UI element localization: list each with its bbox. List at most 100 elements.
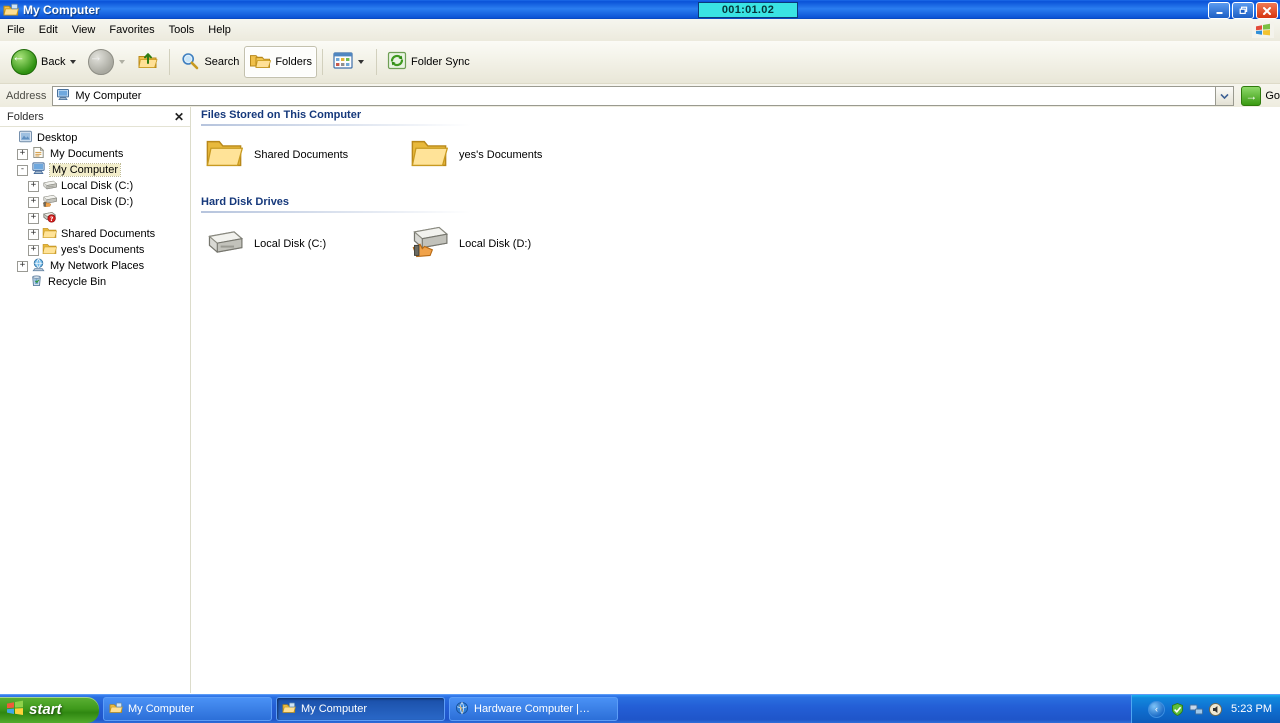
item-grid: Local Disk (C:) Local Disk (D:) — [191, 213, 1280, 262]
expand-icon[interactable]: + — [28, 244, 39, 256]
start-button[interactable]: start — [0, 696, 99, 723]
menu-file[interactable]: File — [0, 22, 32, 38]
folder-icon — [42, 243, 57, 258]
my-computer-icon — [56, 88, 70, 104]
tree-item[interactable]: + Shared Documents — [0, 226, 190, 242]
menu-view[interactable]: View — [65, 22, 103, 38]
minimize-button[interactable] — [1208, 2, 1230, 19]
group-title: Hard Disk Drives — [201, 196, 290, 208]
folder-sync-icon — [387, 51, 407, 73]
search-icon — [180, 51, 200, 74]
views-icon — [333, 52, 353, 72]
toolbar-separator-3 — [376, 49, 378, 75]
network-icon[interactable] — [1189, 702, 1204, 717]
my-computer-window: My Computer 001:01.02 File Edit View Fav… — [0, 0, 1280, 723]
address-input[interactable]: My Computer — [52, 85, 1217, 106]
views-dropdown-icon[interactable] — [358, 60, 365, 64]
menu-favorites[interactable]: Favorites — [102, 22, 161, 38]
hard-drive-icon — [42, 179, 58, 194]
expand-icon[interactable]: + — [28, 196, 39, 208]
forward-button[interactable]: → — [83, 46, 132, 78]
folder-icon — [42, 227, 57, 242]
back-button[interactable]: ← Back — [6, 46, 83, 78]
windows-flag-icon — [1252, 22, 1274, 38]
volume-icon[interactable] — [1208, 702, 1223, 717]
menu-bar: File Edit View Favorites Tools Help — [0, 19, 1280, 42]
tree-item-label: Recycle Bin — [48, 276, 107, 288]
close-icon[interactable]: ✕ — [174, 111, 184, 123]
folder-tree: Desktop + My Documents - My Computer + Loca… — [0, 127, 190, 290]
recycle-bin-icon — [29, 273, 44, 291]
search-button[interactable]: Search — [175, 46, 244, 78]
tree-item-label: Local Disk (C:) — [61, 180, 134, 192]
hard-drive-icon — [203, 227, 245, 260]
file-item-label: Shared Documents — [254, 149, 349, 161]
restore-button[interactable] — [1232, 2, 1254, 19]
folder-sync-button[interactable]: Folder Sync — [382, 46, 475, 78]
folders-pane: Folders ✕ Desktop + My Documents - My Comp… — [0, 107, 191, 693]
tree-item-label: My Documents — [50, 148, 124, 160]
folders-pane-title: Folders — [7, 110, 44, 123]
address-dropdown-button[interactable] — [1216, 85, 1235, 106]
title-bar: My Computer 001:01.02 — [0, 0, 1280, 19]
expand-icon[interactable]: + — [17, 148, 28, 160]
shield-icon[interactable] — [1170, 702, 1185, 717]
file-item[interactable]: Local Disk (D:) — [408, 225, 613, 262]
file-item[interactable]: Shared Documents — [203, 138, 408, 172]
expand-icon[interactable]: + — [17, 260, 28, 272]
tree-item[interactable]: + My Documents — [0, 146, 190, 162]
views-button[interactable] — [328, 46, 371, 78]
toolbar-separator — [169, 49, 171, 75]
folders-icon — [249, 51, 272, 74]
expand-icon[interactable]: + — [28, 212, 39, 224]
forward-arrow-icon: → — [88, 49, 115, 75]
file-item[interactable]: yes's Documents — [408, 138, 613, 172]
file-item[interactable]: Local Disk (C:) — [203, 225, 408, 262]
menu-edit[interactable]: Edit — [32, 22, 65, 38]
tree-item-label: My Network Places — [50, 260, 145, 272]
tray-expand-icon[interactable]: ‹ — [1148, 700, 1166, 718]
menu-help[interactable]: Help — [201, 22, 238, 38]
address-label: Address — [6, 89, 47, 102]
go-button[interactable]: → Go — [1241, 85, 1280, 106]
taskbar-item[interactable]: My Computer — [103, 697, 272, 721]
folders-button[interactable]: Folders — [244, 46, 318, 78]
taskbar-item[interactable]: My Computer — [276, 697, 445, 721]
folder-computer-icon — [282, 702, 296, 717]
hard-drive-shared-icon — [408, 225, 450, 262]
forward-dropdown-icon — [119, 60, 126, 64]
tree-item[interactable]: + ? — [0, 210, 190, 226]
item-grid: Shared Documents yes's Documents — [191, 126, 1280, 172]
expand-icon[interactable]: + — [28, 180, 39, 192]
svg-text:?: ? — [50, 216, 54, 223]
system-tray: ‹ 5:23 PM — [1131, 695, 1280, 723]
back-arrow-icon: ← — [11, 49, 37, 75]
start-label: start — [29, 701, 62, 718]
taskbar-item-label: My Computer — [301, 703, 368, 715]
tree-item[interactable]: Desktop — [0, 130, 190, 146]
tree-item[interactable]: + My Network Places — [0, 258, 190, 274]
up-button[interactable] — [132, 46, 164, 78]
folders-pane-header: Folders ✕ — [0, 107, 190, 127]
tree-item-label: Local Disk (D:) — [61, 196, 134, 208]
address-value: My Computer — [75, 89, 142, 102]
back-dropdown-icon[interactable] — [70, 60, 77, 64]
tray-clock[interactable]: 5:23 PM — [1231, 703, 1272, 715]
unknown-device-icon: ? — [42, 210, 57, 226]
menu-tools[interactable]: Tools — [162, 22, 202, 38]
tree-item[interactable]: + Local Disk (D:) — [0, 194, 190, 210]
folder-icon — [408, 138, 450, 172]
tree-item-label: Desktop — [37, 132, 78, 144]
tree-item[interactable]: + yes's Documents — [0, 242, 190, 258]
close-button[interactable] — [1256, 2, 1278, 19]
expand-icon[interactable]: + — [28, 228, 39, 240]
tree-item-label: My Computer — [48, 163, 122, 177]
tree-item[interactable]: + Local Disk (C:) — [0, 178, 190, 194]
taskbar-item-label: My Computer — [128, 703, 195, 715]
tree-item[interactable]: - My Computer — [0, 162, 190, 178]
tree-item[interactable]: Recycle Bin — [0, 274, 190, 290]
taskbar-item[interactable]: Hardware Computer |… — [449, 697, 618, 721]
collapse-icon[interactable]: - — [17, 164, 28, 176]
